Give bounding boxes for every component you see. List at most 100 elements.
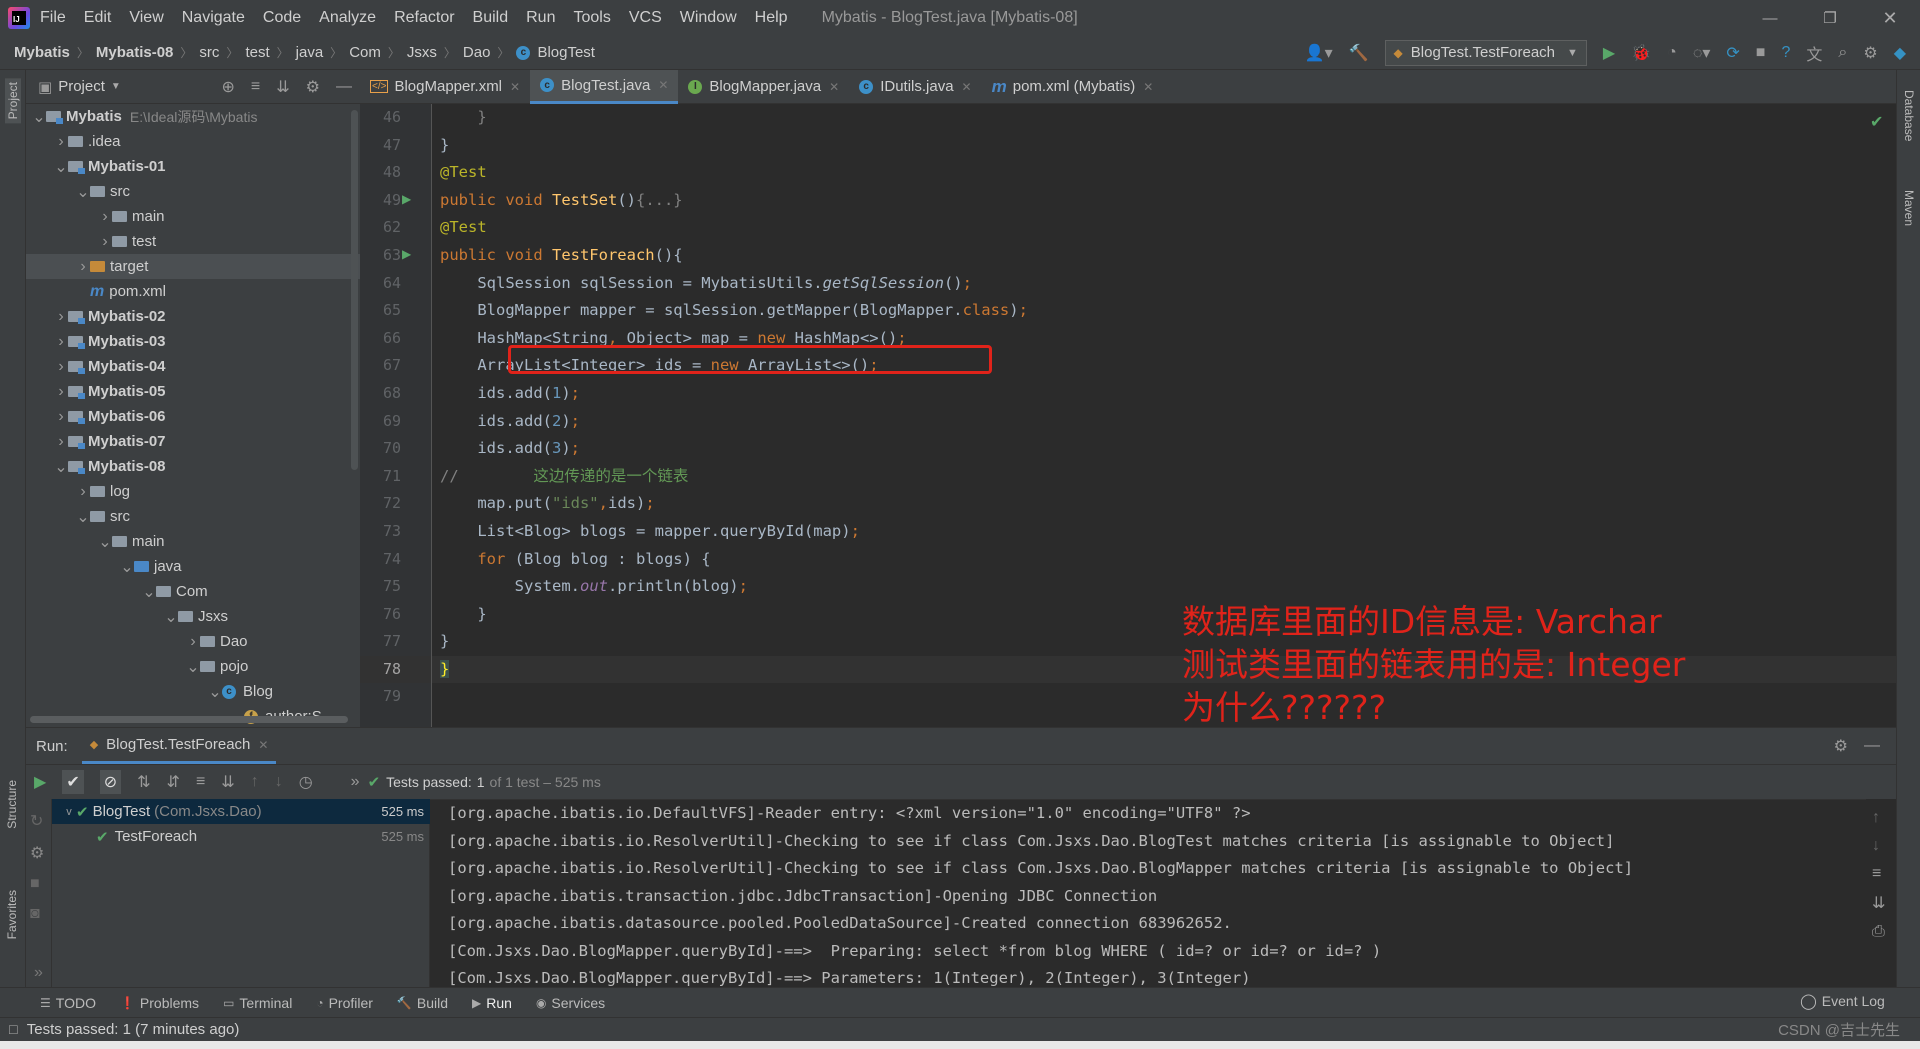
close-icon[interactable]: ✕ <box>1860 8 1920 29</box>
tree-node[interactable]: ⌄ Mybatis E:\Ideal源码\Mybatis <box>26 104 360 129</box>
tree-node[interactable]: m pom.xml <box>26 279 360 304</box>
plugin-icon[interactable]: ◆ <box>1894 43 1906 63</box>
menu-view[interactable]: View <box>129 9 163 27</box>
breadcrumb-item[interactable]: Com <box>349 44 381 61</box>
restore-icon[interactable]: ❐ <box>1800 9 1860 27</box>
editor-tab[interactable]: m pom.xml (Mybatis) ✕ <box>982 70 1164 104</box>
favorites-tool-button[interactable]: Favorites <box>5 890 19 939</box>
editor-tab[interactable]: c BlogTest.java ✕ <box>530 69 679 104</box>
tree-node[interactable]: ⌄ java <box>26 554 360 579</box>
scroll-to-end-icon[interactable]: ⇊ <box>1872 893 1890 913</box>
close-tab-icon[interactable]: ✕ <box>510 80 520 94</box>
breadcrumb-item[interactable]: BlogTest <box>537 44 595 61</box>
user-icon[interactable]: 👤▾ <box>1305 43 1333 63</box>
tool-tab-terminal[interactable]: ▭ Terminal <box>223 995 292 1011</box>
database-tool-button[interactable]: Database <box>1902 90 1916 141</box>
stop-icon[interactable]: ■ <box>30 875 47 893</box>
tool-tab-services[interactable]: ◉ Services <box>536 995 605 1011</box>
structure-tool-button[interactable]: Structure <box>5 780 19 829</box>
tree-node[interactable]: › Mybatis-05 <box>26 379 360 404</box>
menu-tools[interactable]: Tools <box>573 9 610 27</box>
chevron-down-icon[interactable]: ⌄ <box>54 457 68 477</box>
gear-icon[interactable]: ⚙ <box>306 77 320 97</box>
previous-test-icon[interactable]: ↑ <box>251 773 259 791</box>
breadcrumb-item[interactable]: src <box>199 44 219 61</box>
camera-icon[interactable]: ◙ <box>30 905 47 923</box>
hide-icon[interactable]: — <box>336 78 352 96</box>
sort-alpha-icon[interactable]: ⇅ <box>137 772 150 792</box>
locate-icon[interactable]: ⊕ <box>222 77 235 97</box>
chevron-right-icon[interactable]: › <box>54 133 68 151</box>
tree-node[interactable]: › Mybatis-02 <box>26 304 360 329</box>
tree-node[interactable]: ⌄ Com <box>26 579 360 604</box>
tree-node[interactable]: ⌄ Mybatis-08 <box>26 454 360 479</box>
chevron-right-icon[interactable]: › <box>54 308 68 326</box>
menu-build[interactable]: Build <box>473 9 509 27</box>
editor-tab[interactable]: </> BlogMapper.xml ✕ <box>360 70 530 104</box>
menu-analyze[interactable]: Analyze <box>319 9 376 27</box>
tree-node[interactable]: ⌄ pojo <box>26 654 360 679</box>
close-tab-icon[interactable]: ✕ <box>1143 80 1153 94</box>
chevron-down-icon[interactable]: ⌄ <box>120 557 134 577</box>
build-hammer-icon[interactable]: 🔨 <box>1349 43 1369 63</box>
sort-duration-icon[interactable]: ⇵ <box>167 772 180 792</box>
chevron-down-icon[interactable]: ⌄ <box>186 657 200 677</box>
menu-edit[interactable]: Edit <box>84 9 112 27</box>
expand-all-icon[interactable]: ≡ <box>196 773 205 791</box>
chevron-down-icon[interactable]: ⌄ <box>76 182 90 202</box>
tool-tab-build[interactable]: 🔨 Build <box>397 995 448 1011</box>
chevron-down-icon[interactable]: ⌄ <box>54 157 68 177</box>
tree-node[interactable]: ⌄ src <box>26 504 360 529</box>
history-icon[interactable]: ◷ <box>299 772 313 792</box>
menu-window[interactable]: Window <box>680 9 737 27</box>
next-test-icon[interactable]: ↓ <box>275 773 283 791</box>
project-view-selector[interactable]: Project <box>58 78 105 95</box>
chevron-right-icon[interactable]: › <box>54 383 68 401</box>
show-ignored-icon[interactable]: ⊘ <box>99 770 122 794</box>
tool-tab-todo[interactable]: ☰ TODO <box>40 995 96 1011</box>
chevron-down-icon[interactable]: ⌄ <box>142 582 156 602</box>
tree-node[interactable]: ⌄ src <box>26 179 360 204</box>
stop-icon[interactable]: ■ <box>1756 44 1766 62</box>
tree-node[interactable]: › main <box>26 204 360 229</box>
collapse-all-icon[interactable]: ⇊ <box>221 772 234 792</box>
hide-icon[interactable]: — <box>1864 737 1880 755</box>
chevron-down-icon[interactable]: ⌄ <box>76 507 90 527</box>
menu-help[interactable]: Help <box>755 9 788 27</box>
breadcrumb-item[interactable]: Dao <box>463 44 491 61</box>
collapse-all-icon[interactable]: ⇊ <box>276 77 289 97</box>
run-config-selector[interactable]: ◆ BlogTest.TestForeach ▼ <box>1384 39 1587 66</box>
more-icon[interactable]: » <box>351 773 360 791</box>
breadcrumb-item[interactable]: Jsxs <box>407 44 437 61</box>
chevron-right-icon[interactable]: › <box>54 333 68 351</box>
tree-node[interactable]: › .idea <box>26 129 360 154</box>
chevron-right-icon[interactable]: › <box>76 483 90 501</box>
status-toggle-icon[interactable]: ☐ <box>8 1023 19 1037</box>
run-icon[interactable]: ▶ <box>1603 43 1615 63</box>
run-test-gutter-icon[interactable]: ▶ <box>402 247 411 261</box>
close-tab-icon[interactable]: ✕ <box>962 80 972 94</box>
menu-code[interactable]: Code <box>263 9 301 27</box>
chevron-right-icon[interactable]: › <box>54 433 68 451</box>
test-case-row[interactable]: ✔ TestForeach 525 ms <box>52 824 430 849</box>
tree-node[interactable]: › Mybatis-06 <box>26 404 360 429</box>
show-passed-icon[interactable]: ✔ <box>62 770 84 794</box>
gear-icon[interactable]: ⚙ <box>1834 736 1848 756</box>
expand-all-icon[interactable]: ≡ <box>251 78 260 96</box>
translate-icon[interactable]: 文 <box>1806 41 1822 65</box>
debug-icon[interactable]: 🐞 <box>1631 43 1651 63</box>
breadcrumb-item[interactable]: Mybatis-08 <box>96 44 174 61</box>
tree-node[interactable]: › Mybatis-04 <box>26 354 360 379</box>
chevron-right-icon[interactable]: › <box>54 408 68 426</box>
editor-tab[interactable]: I BlogMapper.java ✕ <box>678 70 849 104</box>
print-icon[interactable]: ⎙ <box>1872 923 1890 941</box>
toggle-auto-test-icon[interactable]: ↻ <box>30 811 47 831</box>
maven-tool-button[interactable]: Maven <box>1902 190 1916 226</box>
run-tab[interactable]: ◆ BlogTest.TestForeach ✕ <box>81 728 277 764</box>
close-tab-icon[interactable]: ✕ <box>658 78 668 92</box>
down-icon[interactable]: ↓ <box>1872 837 1890 855</box>
menu-file[interactable]: File <box>40 9 66 27</box>
tree-node[interactable]: › Mybatis-03 <box>26 329 360 354</box>
chevron-down-icon[interactable]: ⌄ <box>208 682 222 702</box>
profile-icon[interactable]: ◌▾ <box>1693 43 1711 63</box>
